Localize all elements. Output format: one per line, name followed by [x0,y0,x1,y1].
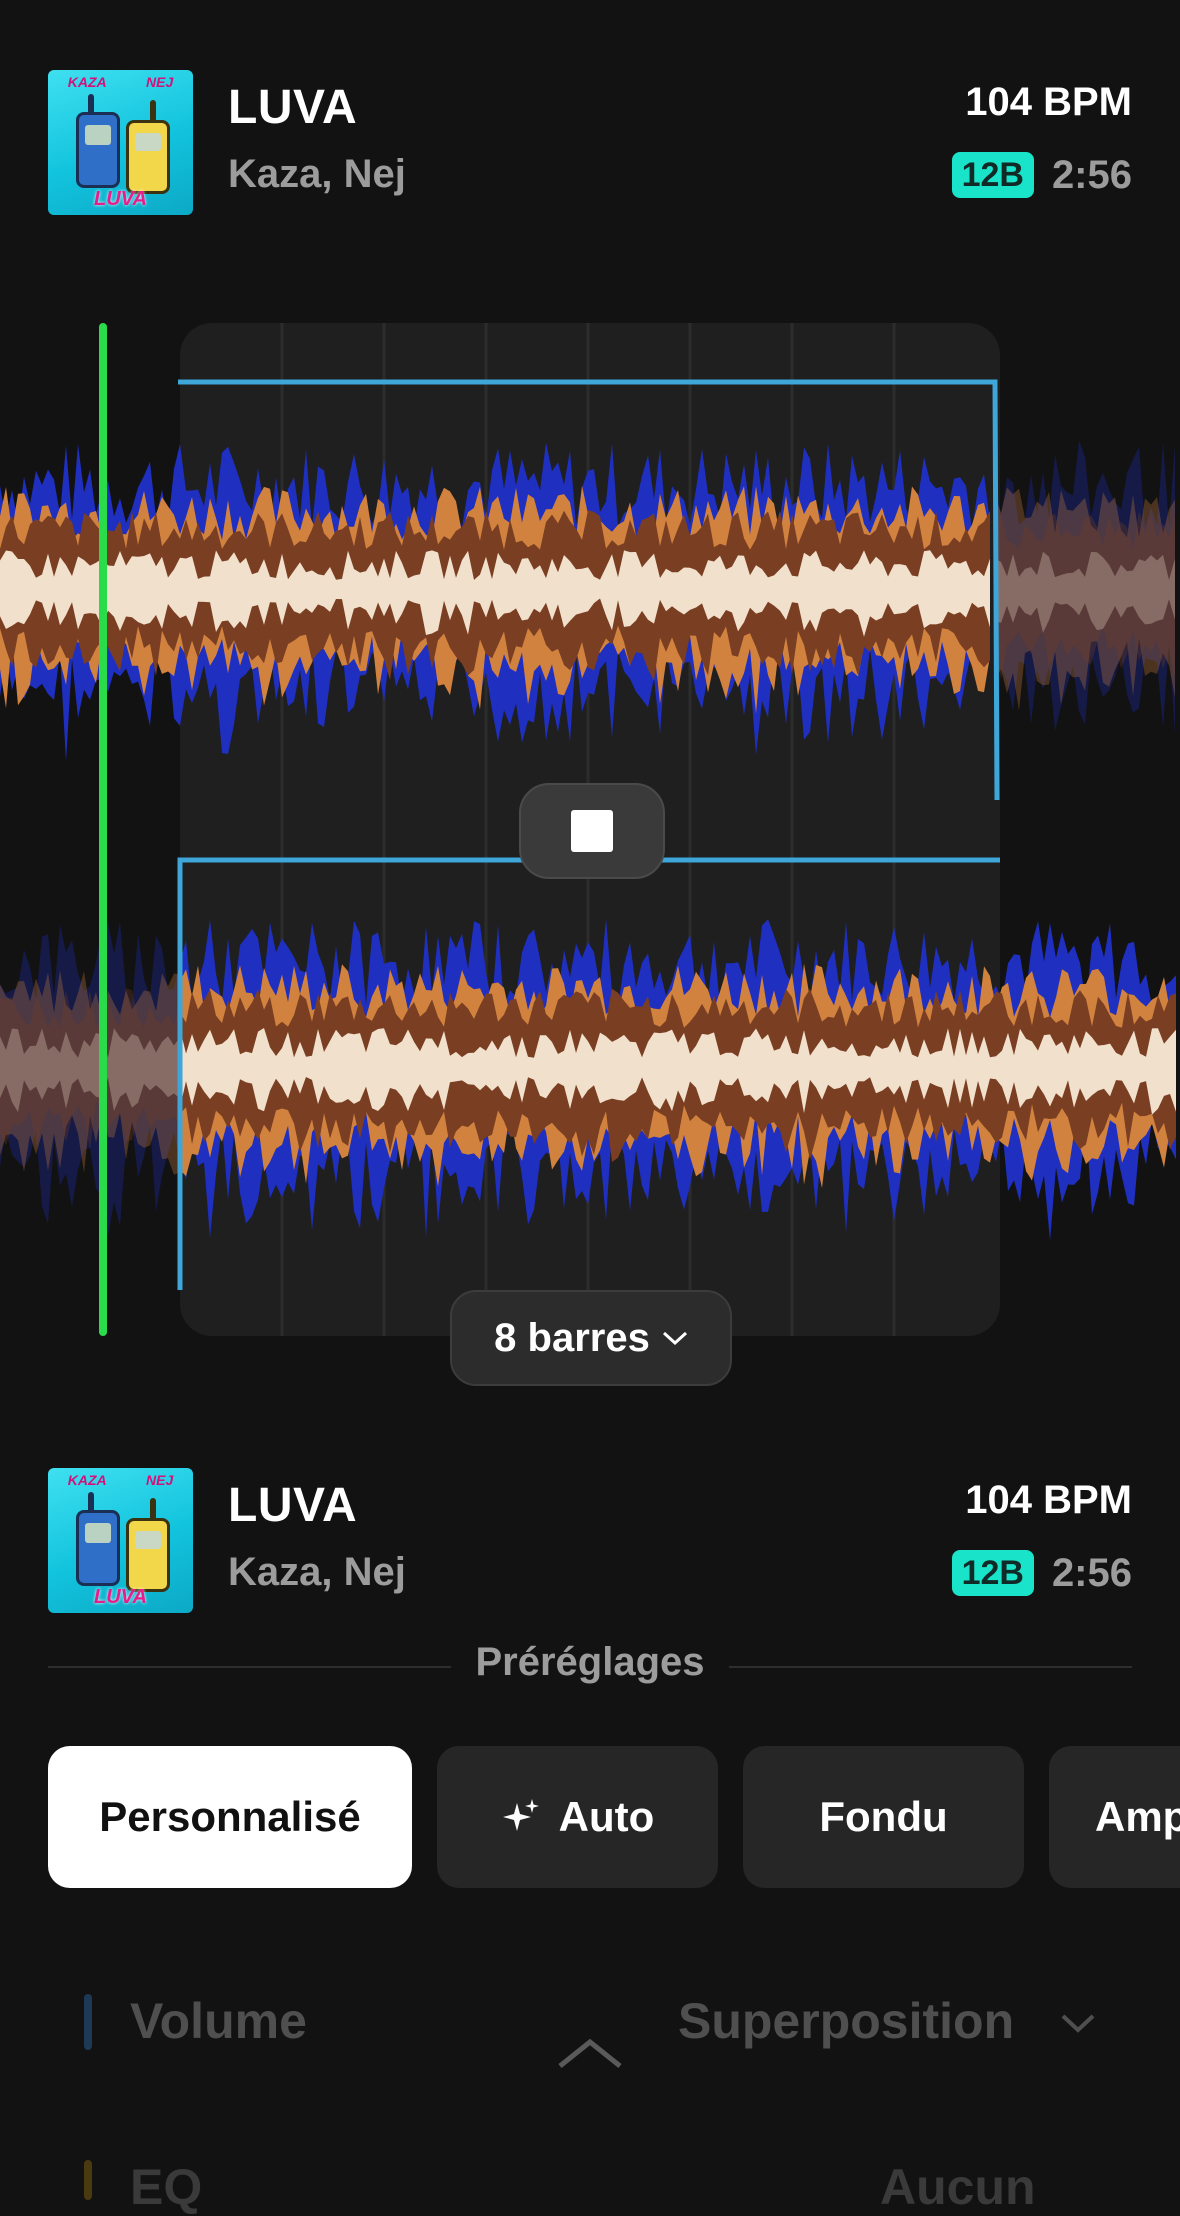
track-duration: 2:56 [1051,152,1132,197]
cover-text: LUVA [94,1586,147,1608]
volume-color-bar [84,1994,92,2050]
eq-color-bar [84,2160,92,2200]
stop-button[interactable] [519,783,665,879]
bar-length-dropdown[interactable]: 8 barres [450,1290,732,1386]
track-artist: Kaza, Nej [228,1550,406,1594]
album-cover: KAZA NEJ LUVA [48,1468,193,1613]
key-badge: 12B [951,1550,1034,1596]
presets-heading: Préréglages [451,1640,729,1684]
cover-text: LUVA [94,188,147,210]
cover-text: NEJ [146,74,174,90]
preset-custom[interactable]: Personnalisé [48,1746,412,1888]
track-title: LUVA [228,81,358,134]
track-duration: 2:56 [1051,1550,1132,1595]
volume-label: Volume [130,1993,307,2049]
playhead[interactable] [99,323,107,1336]
preset-label: Amp [1095,1793,1180,1840]
mode-dropdown[interactable]: Superposition [678,1992,1014,2050]
eq-value[interactable]: Aucun [880,2158,1036,2216]
cover-text: KAZA [67,1472,107,1488]
bar-length-label: 8 barres [494,1315,650,1360]
cover-text: NEJ [146,1472,174,1488]
sparkle-icon [502,1799,539,1831]
chevron-up-icon[interactable] [556,2036,624,2070]
track-artist: Kaza, Nej [228,152,406,196]
stop-icon [571,810,613,852]
preset-label: Fondu [819,1793,948,1840]
preset-label: Personnalisé [99,1793,361,1840]
preset-amp[interactable]: Amp [1049,1746,1180,1888]
track-title: LUVA [228,1479,358,1532]
key-badge: 12B [951,152,1034,198]
eq-label: EQ [130,2159,203,2215]
cover-text: KAZA [67,74,107,90]
album-cover: KAZA NEJ LUVA [48,70,193,215]
chevron-down-icon [1061,2014,1095,2033]
mode-label: Superposition [678,1993,1015,2049]
preset-label: Auto [558,1793,655,1840]
preset-auto[interactable]: Auto [437,1746,718,1888]
preset-fade[interactable]: Fondu [743,1746,1024,1888]
track-bpm: 104 BPM [965,80,1132,124]
track-bpm: 104 BPM [965,1478,1132,1522]
track-header-top: KAZA NEJ LUVA LUVA Kaza, Nej 104 BPM 12B … [48,70,1132,216]
track-header-bottom: KAZA NEJ LUVA LUVA Kaza, Nej 104 BPM 12B … [48,1468,1132,1614]
chevron-down-icon [662,1331,687,1346]
